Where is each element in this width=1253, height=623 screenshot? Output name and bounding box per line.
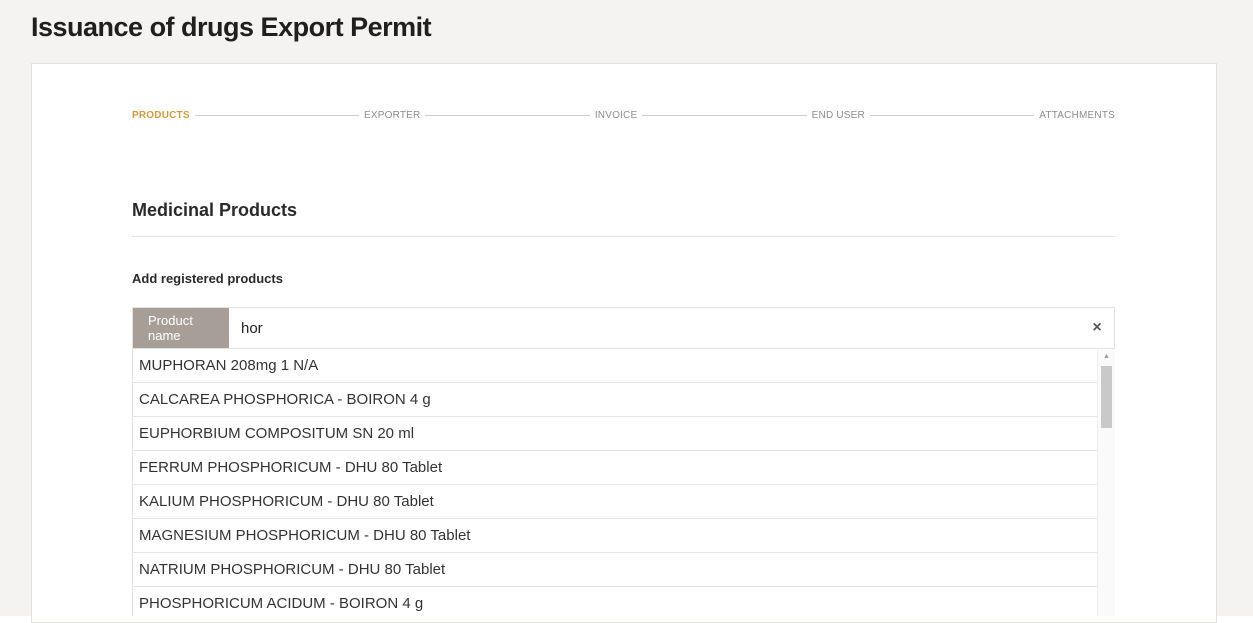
autocomplete-option[interactable]: EUPHORBIUM COMPOSITUM SN 20 ml — [133, 417, 1097, 451]
add-products-label: Add registered products — [132, 271, 283, 286]
step-products[interactable]: PRODUCTS — [132, 110, 190, 121]
autocomplete-dropdown: MUPHORAN 208mg 1 N/A CALCAREA PHOSPHORIC… — [132, 349, 1115, 616]
autocomplete-option[interactable]: PHOSPHORICUM ACIDUM - BOIRON 4 g — [133, 587, 1097, 616]
section-divider — [132, 236, 1115, 237]
step-attachments[interactable]: ATTACHMENTS — [1039, 110, 1115, 121]
step-connector — [642, 114, 807, 116]
product-search-bar: Product name × — [132, 307, 1115, 349]
page-title: Issuance of drugs Export Permit — [31, 12, 432, 42]
autocomplete-option[interactable]: MAGNESIUM PHOSPHORICUM - DHU 80 Tablet — [133, 519, 1097, 553]
step-connector — [194, 114, 360, 116]
step-end-user[interactable]: END USER — [812, 110, 865, 121]
step-exporter[interactable]: EXPORTER — [364, 110, 420, 121]
product-name-label: Product name — [133, 308, 229, 348]
autocomplete-list: MUPHORAN 208mg 1 N/A CALCAREA PHOSPHORIC… — [133, 349, 1097, 616]
autocomplete-option[interactable]: FERRUM PHOSPHORICUM - DHU 80 Tablet — [133, 451, 1097, 485]
autocomplete-option[interactable]: MUPHORAN 208mg 1 N/A — [133, 349, 1097, 383]
autocomplete-option[interactable]: CALCAREA PHOSPHORICA - BOIRON 4 g — [133, 383, 1097, 417]
scroll-thumb[interactable] — [1101, 366, 1112, 428]
scroll-up-icon[interactable]: ▲ — [1098, 351, 1115, 363]
step-connector — [425, 114, 590, 116]
product-search-input[interactable] — [229, 308, 1080, 348]
autocomplete-option[interactable]: NATRIUM PHOSPHORICUM - DHU 80 Tablet — [133, 553, 1097, 587]
step-connector — [869, 114, 1035, 116]
autocomplete-option[interactable]: KALIUM PHOSPHORICUM - DHU 80 Tablet — [133, 485, 1097, 519]
section-title: Medicinal Products — [132, 200, 298, 220]
wizard-stepper: PRODUCTS EXPORTER INVOICE END USER ATTAC… — [132, 108, 1115, 122]
dropdown-scrollbar[interactable]: ▲ — [1097, 349, 1115, 616]
step-invoice[interactable]: INVOICE — [595, 110, 638, 121]
clear-icon[interactable]: × — [1080, 308, 1114, 348]
